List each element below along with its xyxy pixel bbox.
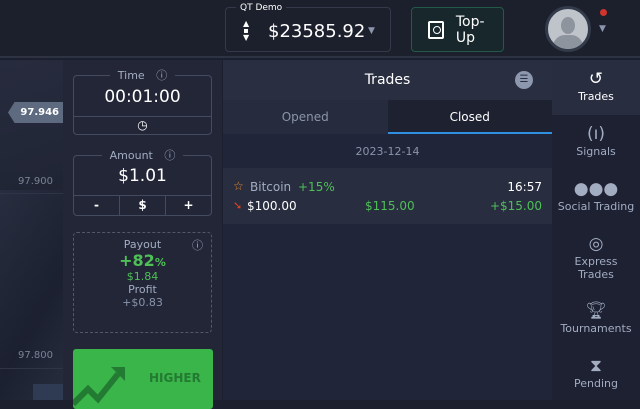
decrease-button[interactable]: - — [74, 196, 119, 215]
users-icon: ●●● — [573, 179, 619, 199]
balance: $23585.92 — [268, 21, 366, 42]
trades-panel: Trades ☰ Opened Closed 2023-12-14 ☆ Bitco… — [223, 60, 552, 400]
higher-button[interactable]: HIGHER — [73, 349, 213, 409]
trade-time: 16:57 — [507, 180, 542, 194]
current-price-tag: 97.946 — [8, 102, 63, 123]
trophy-icon: 🏆︎ — [585, 301, 607, 321]
trade-asset: Bitcoin — [250, 180, 292, 194]
profit-label: Profit — [128, 283, 157, 296]
star-icon[interactable]: ☆ — [233, 179, 244, 193]
top-bar: QT Demo ▲ ▪ ▼ $23585.92 ▼ Top-Up ▼ — [0, 0, 640, 58]
amount-label: Amount — [105, 149, 157, 162]
trade-payout: +15% — [298, 180, 335, 194]
price-tick: 97.900 — [18, 176, 53, 187]
antenna-icon: (ı) — [587, 124, 605, 144]
top-up-button[interactable]: Top-Up — [411, 7, 504, 52]
trade-date: 2023-12-14 — [355, 145, 420, 158]
nav-label: Signals — [576, 145, 616, 158]
profile-chevron-icon[interactable]: ▼ — [599, 24, 606, 34]
price-tick: 97.800 — [18, 350, 53, 361]
account-label: QT Demo — [236, 3, 287, 13]
history-icon: ↺ — [588, 69, 604, 89]
nav-social-trading[interactable]: ●●● Social Trading — [552, 170, 640, 225]
tab-closed[interactable]: Closed — [387, 100, 552, 134]
percent-sign: % — [154, 256, 166, 269]
nav-express-trades[interactable]: ◎ Express Trades — [552, 225, 640, 292]
trend-up-icon — [73, 367, 125, 407]
higher-label: HIGHER — [149, 371, 201, 385]
increase-button[interactable]: + — [165, 196, 211, 215]
payout-label: Payout — [123, 238, 162, 251]
profit-value: +$0.83 — [122, 296, 163, 309]
trade-profit: +$15.00 — [489, 199, 542, 213]
side-nav: ↺ Trades (ı) Signals ●●● Social Trading ◎ Ex… — [552, 60, 640, 400]
avatar[interactable] — [545, 6, 591, 52]
payout-percent: +82 — [119, 251, 155, 270]
trade-result: $115.00 — [365, 199, 415, 213]
time-label: Time — [113, 69, 149, 82]
trade-invest: $100.00 — [247, 199, 297, 213]
help-icon[interactable]: ⓘ — [160, 149, 180, 162]
nav-label: Social Trading — [557, 200, 635, 213]
payout-amount: $1.84 — [126, 270, 159, 283]
atm-icon — [428, 20, 444, 39]
nav-label: Trades — [578, 90, 614, 103]
chevron-down-icon: ▼ — [368, 26, 375, 36]
down-arrow-icon: ➘ — [233, 199, 243, 212]
trades-title: Trades — [364, 72, 411, 88]
help-icon[interactable]: ⓘ — [152, 69, 172, 82]
payout-box: Payout ⓘ +82% $1.84 Profit +$0.83 — [73, 232, 212, 333]
price-chart[interactable]: 97.946 97.900 97.800 — [0, 60, 63, 400]
list-icon[interactable]: ☰ — [515, 71, 533, 89]
nav-signals[interactable]: (ı) Signals — [552, 115, 640, 170]
time-box: Time ⓘ 00:01:00 ◷ — [73, 69, 212, 135]
nav-label: Pending — [574, 377, 618, 390]
amount-box: Amount ⓘ $1.01 - $ + — [73, 149, 212, 216]
nav-trades[interactable]: ↺ Trades — [552, 60, 640, 115]
top-up-label: Top-Up — [455, 13, 485, 46]
nav-label: Express Trades — [574, 255, 618, 281]
hourglass-icon: ⧗ — [590, 356, 602, 376]
nav-tournaments[interactable]: 🏆︎ Tournaments — [552, 292, 640, 347]
nav-pending[interactable]: ⧗ Pending — [552, 347, 640, 402]
tab-opened[interactable]: Opened — [223, 100, 388, 134]
account-selector[interactable]: QT Demo ▲ ▪ ▼ $23585.92 ▼ — [225, 3, 391, 52]
nav-label: Tournaments — [560, 322, 632, 335]
trade-row[interactable]: ☆ Bitcoin +15% 16:57 ➘ $100.00 $115.00 +… — [223, 168, 552, 224]
clock-icon[interactable]: ◷ — [74, 116, 211, 134]
trade-panel: Time ⓘ 00:01:00 ◷ Amount ⓘ $1.01 - $ + P… — [63, 60, 222, 409]
notification-dot — [600, 9, 607, 16]
target-icon: ◎ — [588, 234, 604, 254]
help-icon[interactable]: ⓘ — [192, 237, 203, 253]
switch-account-icon: ▲ ▪ ▼ — [243, 19, 250, 42]
currency-button[interactable]: $ — [119, 196, 165, 215]
